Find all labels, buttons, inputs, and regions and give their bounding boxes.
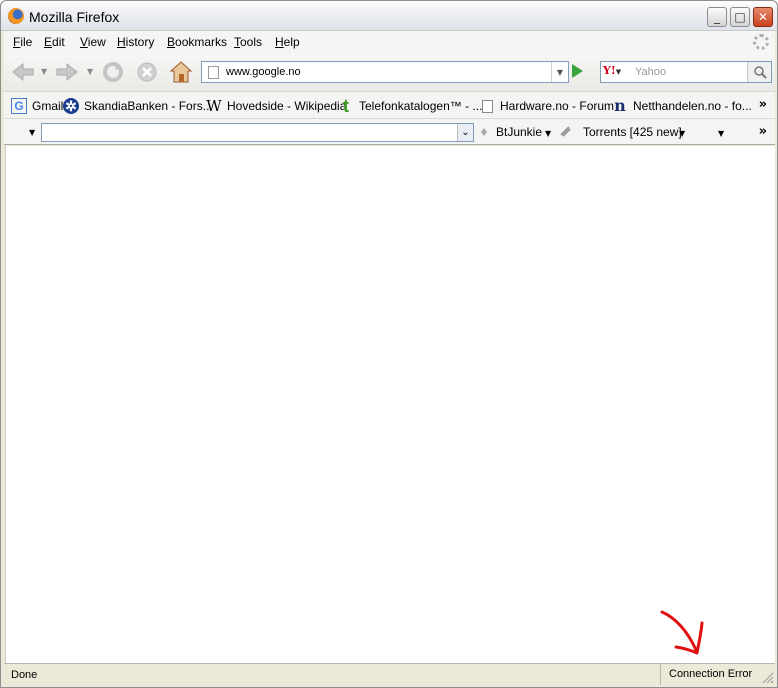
forward-history-dropdown-icon[interactable]: ▼ (87, 67, 93, 76)
torrents-button[interactable]: Torrents [425 new] (583, 125, 682, 139)
navigation-toolbar: ▼ ▼ www.google.no ▼ Y!▼ Yahoo (4, 53, 775, 91)
bookmark-label: Hardware.no - Forum (500, 99, 615, 113)
bookmark-wikipedia[interactable]: W Hovedside - Wikipedia (206, 97, 346, 115)
magnifier-icon (753, 66, 767, 79)
bookmark-telefonkatalogen[interactable]: t Telefonkatalogen™ - ... (338, 97, 482, 115)
menu-history[interactable]: History (117, 35, 154, 49)
status-panel: Connection Error (660, 664, 759, 685)
connection-status-text[interactable]: Connection Error (669, 668, 752, 680)
torrents-dropdown-icon[interactable]: ▼ (679, 129, 685, 138)
back-button[interactable] (10, 61, 36, 83)
search-bar[interactable]: Y!▼ Yahoo (600, 61, 772, 83)
bookmarks-toolbar: G Gmail ✲ SkandiaBanken - Fors... W Hove… (4, 91, 775, 118)
bookmark-netthandelen[interactable]: n Netthandelen.no - fo... (612, 97, 752, 115)
menu-edit[interactable]: Edit (44, 35, 65, 49)
home-button[interactable] (168, 59, 194, 85)
forward-button[interactable] (54, 61, 80, 83)
bookmark-label: SkandiaBanken - Fors... (84, 99, 213, 113)
wikipedia-icon: W (206, 97, 222, 115)
bookmark-label: Gmail (32, 99, 64, 113)
toolbar-menu-dropdown-icon[interactable]: ▼ (29, 128, 35, 137)
home-icon (169, 61, 193, 83)
addon-search-combo[interactable]: ⌄ (41, 123, 474, 142)
url-bar[interactable]: www.google.no ▼ (201, 61, 569, 83)
menu-tools[interactable]: Tools (234, 35, 262, 49)
reload-button[interactable] (101, 60, 125, 84)
menu-bar: File Edit View History Bookmarks Tools H… (4, 31, 775, 53)
bookmark-gmail[interactable]: G Gmail (11, 97, 63, 115)
close-button[interactable]: ✕ (753, 7, 773, 27)
toolbar-options-dropdown-icon[interactable]: ▼ (718, 129, 724, 138)
stop-button[interactable] (135, 60, 159, 84)
btjunkie-dropdown-icon[interactable]: ▼ (545, 129, 551, 138)
torrent-feed-icon (558, 124, 572, 138)
bookmark-label: Telefonkatalogen™ - ... (359, 99, 483, 113)
status-text: Done (11, 669, 38, 681)
separator-grip-icon (479, 125, 489, 139)
btjunkie-button[interactable]: BtJunkie (496, 125, 542, 139)
window-title: Mozilla Firefox (29, 9, 120, 25)
bookmark-label: Hovedside - Wikipedia (227, 99, 347, 113)
addon-toolbar: ▼ ⌄ BtJunkie ▼ Torrents [425 new] ▼ ▼ » (4, 118, 775, 145)
url-dropdown-button[interactable]: ▼ (551, 62, 568, 82)
go-button[interactable] (572, 64, 583, 78)
bookmark-label: Netthandelen.no - fo... (633, 99, 752, 113)
menu-bookmarks[interactable]: Bookmarks (167, 35, 227, 49)
title-bar: Mozilla Firefox _ □ ✕ (1, 1, 777, 31)
page-icon (482, 99, 493, 113)
toolbar-overflow-chevron[interactable]: » (759, 124, 767, 139)
firefox-logo-icon (8, 8, 24, 24)
menu-help[interactable]: Help (275, 35, 300, 49)
status-bar: Done Connection Error (4, 663, 775, 685)
minimize-button[interactable]: _ (707, 7, 727, 27)
bookmarks-overflow-chevron[interactable]: » (759, 97, 767, 112)
chevron-down-icon: ▼ (556, 67, 564, 77)
gmail-icon: G (11, 98, 27, 114)
menu-file[interactable]: File (13, 35, 32, 49)
firefox-window: Mozilla Firefox _ □ ✕ File Edit View His… (0, 0, 778, 688)
url-input[interactable]: www.google.no (226, 66, 301, 78)
yahoo-logo: Y! (603, 64, 616, 77)
telefonkatalogen-icon: t (343, 96, 349, 116)
reload-icon (103, 62, 123, 82)
search-button[interactable] (747, 62, 771, 82)
throbber-icon (753, 34, 769, 50)
bookmark-skandiabanken[interactable]: ✲ SkandiaBanken - Fors... (63, 97, 213, 115)
chevron-down-icon: ⌄ (461, 127, 470, 138)
maximize-button[interactable]: □ (730, 7, 750, 27)
addon-search-dropdown[interactable]: ⌄ (457, 124, 473, 141)
page-content[interactable] (5, 146, 775, 663)
back-arrow-icon (12, 62, 34, 82)
close-icon: ✕ (757, 10, 769, 24)
search-input[interactable]: Yahoo (635, 66, 666, 78)
maximize-icon: □ (734, 10, 746, 24)
back-history-dropdown-icon[interactable]: ▼ (41, 67, 47, 76)
skandiabanken-icon: ✲ (63, 98, 79, 114)
resize-grip-icon[interactable] (761, 671, 773, 683)
red-arrow-annotation-icon (660, 610, 704, 655)
stop-icon (137, 62, 157, 82)
bookmark-hardware[interactable]: Hardware.no - Forum (482, 97, 614, 115)
netthandelen-icon: n (614, 96, 626, 115)
page-icon (208, 66, 219, 79)
minimize-icon: _ (714, 10, 720, 24)
yahoo-engine-icon[interactable]: Y!▼ (603, 64, 633, 80)
forward-arrow-icon (56, 62, 78, 82)
menu-view[interactable]: View (80, 35, 106, 49)
